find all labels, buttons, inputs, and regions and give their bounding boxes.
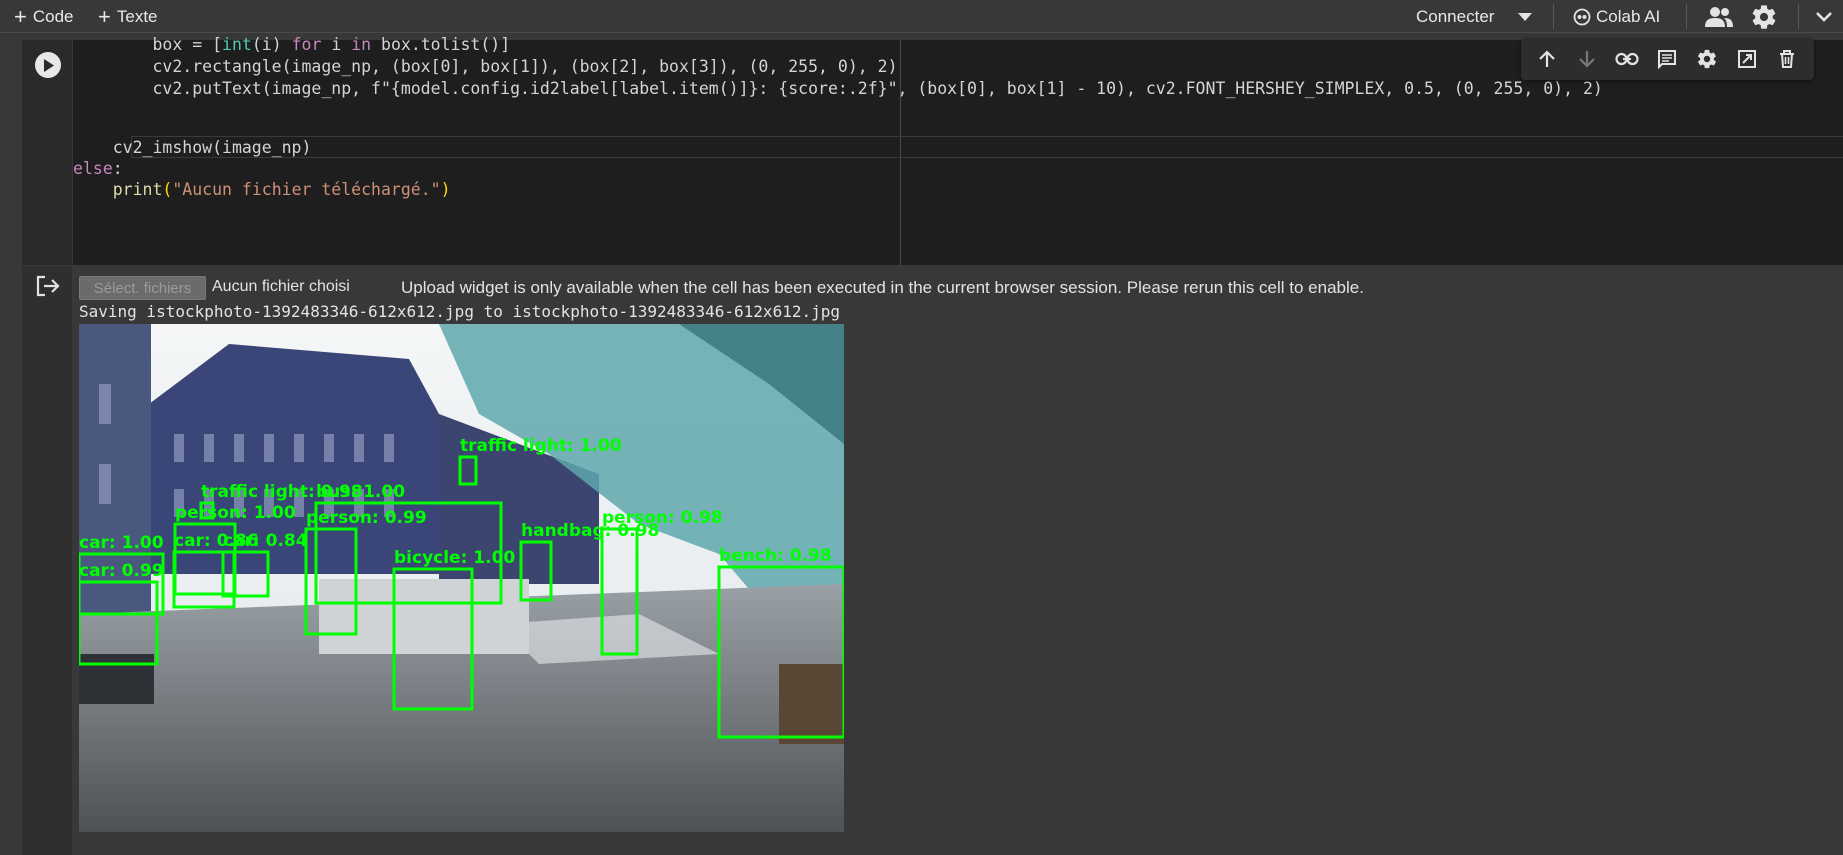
connect-button[interactable]: Connecter bbox=[1416, 0, 1494, 33]
colab-ai-button[interactable]: Colab AI bbox=[1573, 0, 1660, 33]
arrow-up-icon[interactable] bbox=[1535, 47, 1559, 71]
toolbar-separator bbox=[1686, 4, 1687, 29]
colab-ai-label: Colab AI bbox=[1596, 6, 1661, 26]
code-line-2: cv2.rectangle(image_np, (box[0], box[1])… bbox=[73, 57, 898, 76]
detection-label: bus: 1.00 bbox=[316, 482, 405, 502]
detection-label: bench: 0.98 bbox=[719, 546, 832, 566]
bench-shape bbox=[779, 664, 844, 744]
detection-output-image: traffic light: 1.00 traffic light: 0.98 bu… bbox=[79, 324, 844, 832]
detection-label: person: 1.00 bbox=[175, 503, 296, 523]
share-people-icon[interactable] bbox=[1703, 3, 1735, 31]
code-line-1: box = [int(i) for i in box.tolist()] bbox=[73, 35, 511, 54]
colab-ai-icon bbox=[1573, 8, 1591, 26]
output-gutter bbox=[22, 266, 72, 855]
run-cell-button[interactable] bbox=[35, 52, 61, 78]
detection-label: bicycle: 1.00 bbox=[394, 548, 515, 568]
detection-label: car: 0.84 bbox=[223, 531, 308, 551]
cell-toolbar bbox=[1521, 38, 1814, 80]
comment-icon[interactable] bbox=[1655, 47, 1679, 71]
code-line-5: cv2_imshow(image_np) bbox=[73, 138, 312, 157]
code-line-7: print("Aucun fichier téléchargé.") bbox=[112, 180, 451, 199]
toolbar-separator bbox=[1553, 4, 1554, 29]
add-text-label: Texte bbox=[116, 6, 158, 26]
upload-widget-message: Upload widget is only available when the… bbox=[401, 278, 1364, 297]
active-line-highlight bbox=[131, 136, 1843, 158]
chevron-down-icon[interactable] bbox=[1812, 8, 1836, 26]
detection-label: car: 0.99 bbox=[79, 561, 164, 581]
delete-trash-icon[interactable] bbox=[1775, 47, 1799, 71]
connect-label: Connecter bbox=[1416, 6, 1495, 26]
arrow-down-icon[interactable] bbox=[1575, 47, 1599, 71]
settings-gear-icon[interactable] bbox=[1749, 2, 1779, 32]
add-text-button[interactable]: + Texte bbox=[98, 0, 158, 33]
play-icon bbox=[44, 58, 54, 72]
mirror-cell-icon[interactable] bbox=[1735, 47, 1759, 71]
link-icon[interactable] bbox=[1615, 47, 1639, 71]
detection-label: handbag: 0.98 bbox=[521, 521, 659, 541]
plus-icon: + bbox=[14, 3, 27, 29]
detection-label: car: 1.00 bbox=[79, 533, 164, 553]
saving-output-text: Saving istockphoto-1392483346-612x612.jp… bbox=[79, 302, 840, 321]
connect-dropdown-icon[interactable] bbox=[1516, 9, 1534, 25]
output-actions-icon[interactable] bbox=[35, 274, 61, 298]
add-code-label: Code bbox=[32, 6, 74, 26]
code-line-3: cv2.putText(image_np, f"{model.config.id… bbox=[73, 79, 1603, 98]
parked-car bbox=[79, 654, 154, 704]
add-code-button[interactable]: + Code bbox=[14, 0, 74, 33]
detection-label: person: 0.99 bbox=[306, 508, 427, 528]
plus-icon: + bbox=[98, 3, 111, 29]
select-files-button[interactable]: Sélect. fichiers bbox=[79, 276, 206, 300]
code-line-6: else: bbox=[73, 159, 123, 178]
bus-body bbox=[319, 579, 529, 654]
no-file-label: Aucun fichier choisi bbox=[212, 278, 350, 295]
cell-gutter bbox=[22, 40, 72, 265]
detection-scene: traffic light: 1.00traffic light: 0.98bu… bbox=[79, 324, 844, 832]
detection-label: traffic light: 1.00 bbox=[460, 436, 622, 456]
cell-settings-icon[interactable] bbox=[1695, 47, 1719, 71]
top-toolbar: + Code + Texte Connecter Colab AI bbox=[0, 0, 1843, 33]
toolbar-separator bbox=[1798, 4, 1799, 29]
